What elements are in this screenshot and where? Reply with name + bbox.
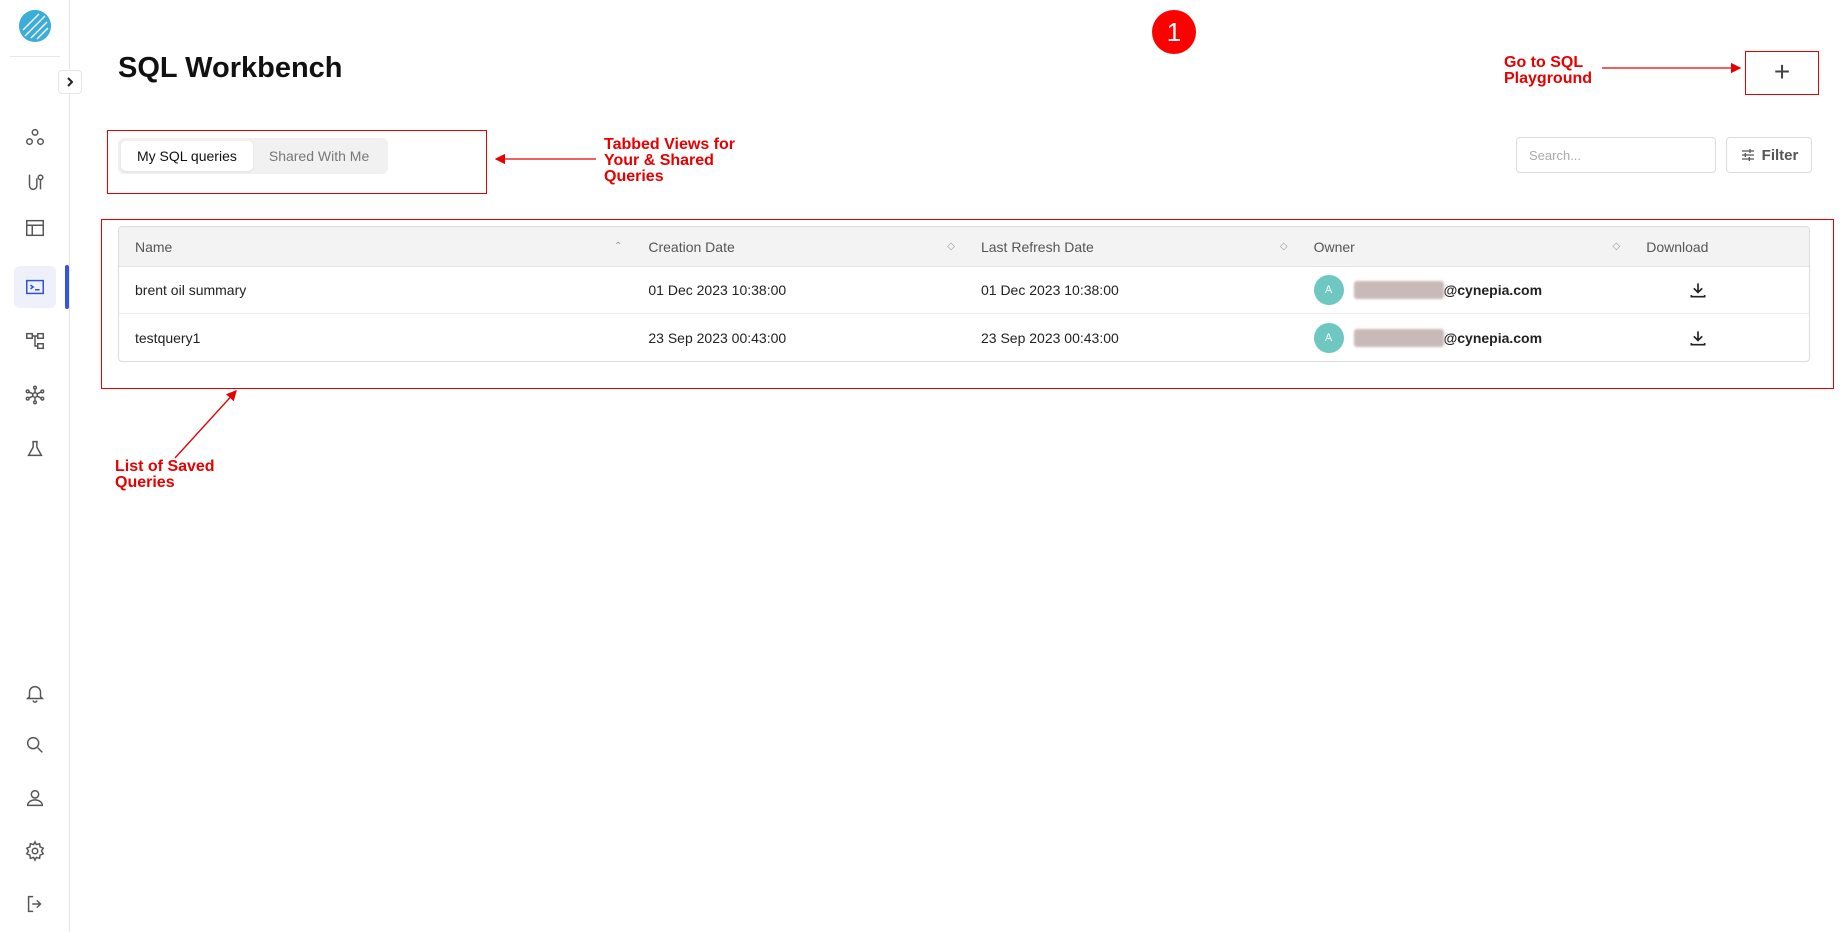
lineage-icon — [26, 332, 44, 350]
annotation-list: List of Saved Queries — [115, 458, 215, 491]
main-content: SQL Workbench 1 + My SQL queries Shared … — [70, 0, 1848, 932]
sidebar-item-logout[interactable] — [14, 883, 56, 925]
annotation-box-tabs — [107, 130, 487, 194]
page-title: SQL Workbench — [118, 52, 343, 84]
sql-terminal-icon — [26, 279, 44, 295]
filter-label: Filter — [1761, 146, 1799, 164]
sidebar-divider — [10, 56, 60, 57]
network-icon — [25, 385, 45, 405]
active-indicator — [65, 265, 69, 309]
dataset-icon — [26, 128, 44, 146]
sidebar-item-lab[interactable] — [14, 428, 56, 470]
filter-button[interactable]: Filter — [1726, 137, 1812, 173]
step-number-badge: 1 — [1152, 10, 1196, 54]
annotation-tabs: Tabbed Views for Your & Shared Queries — [604, 136, 735, 185]
logout-icon — [27, 895, 42, 913]
sidebar-item-lineage[interactable] — [14, 320, 56, 362]
sidebar-item-sql-workbench[interactable] — [14, 266, 56, 308]
search-icon — [26, 736, 43, 753]
user-icon — [26, 789, 44, 807]
app-logo[interactable] — [19, 10, 51, 42]
sidebar-item-search[interactable] — [14, 724, 56, 766]
search-box — [1516, 137, 1716, 173]
sliders-icon — [1741, 149, 1754, 161]
pipeline-icon — [28, 174, 44, 191]
logo-icon — [19, 10, 51, 42]
annotation-playground: Go to SQL Playground — [1504, 54, 1593, 87]
gear-icon — [25, 840, 45, 862]
sidebar-item-profile[interactable] — [14, 777, 56, 819]
sidebar — [0, 0, 82, 932]
table-icon — [26, 219, 44, 237]
sidebar-item-datasets[interactable] — [14, 116, 56, 158]
sidebar-item-tables[interactable] — [14, 207, 56, 249]
search-input[interactable] — [1529, 147, 1705, 163]
sidebar-item-pipelines[interactable] — [14, 161, 56, 203]
bell-icon — [25, 685, 45, 703]
sidebar-item-settings[interactable] — [14, 830, 56, 872]
annotation-box-list — [101, 219, 1834, 389]
lab-flask-icon — [27, 440, 43, 457]
sidebar-item-network[interactable] — [14, 374, 56, 416]
annotation-box-add — [1745, 51, 1819, 95]
sidebar-item-notifications[interactable] — [14, 672, 56, 714]
